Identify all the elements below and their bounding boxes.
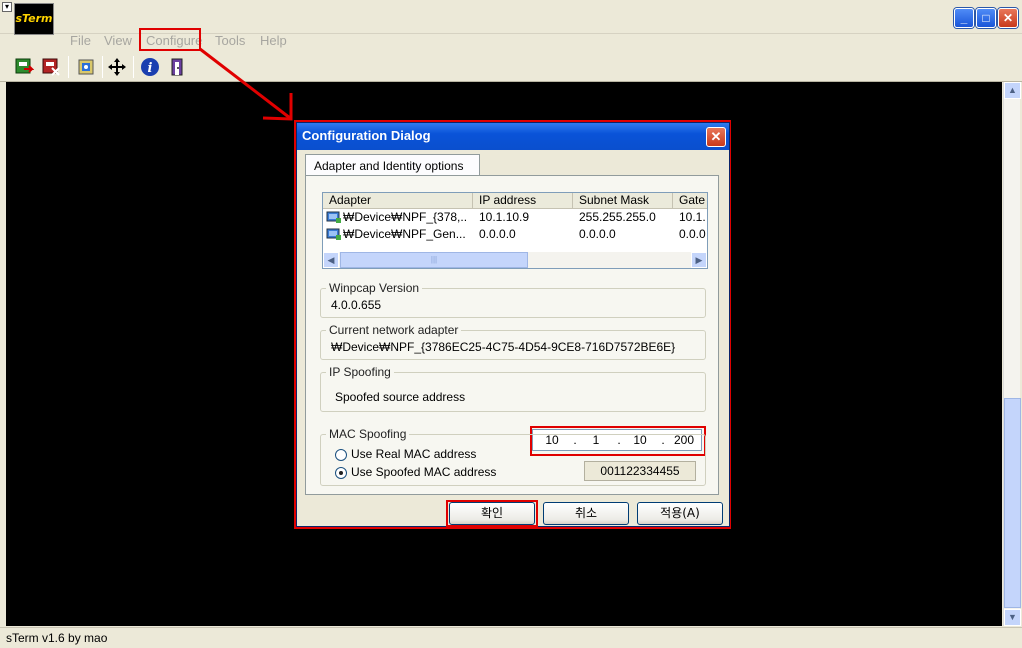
- column-header-subnet[interactable]: Subnet Mask: [573, 193, 673, 209]
- minimize-button[interactable]: _: [954, 8, 974, 28]
- ip-spoofing-group: IP Spoofing Spoofed source address: [320, 365, 706, 412]
- current-adapter-label: Current network adapter: [326, 323, 462, 337]
- info-icon[interactable]: i: [140, 57, 160, 77]
- dialog-title: Configuration Dialog: [302, 128, 431, 143]
- configuration-dialog: Configuration Dialog ✕ Adapter and Ident…: [296, 122, 730, 527]
- winpcap-label: Winpcap Version: [326, 281, 423, 295]
- toolbar-separator: [133, 56, 134, 78]
- menu-file[interactable]: File: [70, 33, 91, 48]
- scroll-thumb[interactable]: |||: [340, 252, 528, 268]
- column-header-ip[interactable]: IP address: [473, 193, 573, 209]
- scroll-left-icon[interactable]: ◀: [323, 252, 339, 268]
- capture-icon[interactable]: [76, 57, 96, 77]
- status-text: sTerm v1.6 by mao: [6, 631, 108, 645]
- column-header-gateway[interactable]: Gate: [673, 193, 707, 209]
- real-mac-label[interactable]: Use Real MAC address: [351, 447, 476, 461]
- spoofed-mac-label[interactable]: Use Spoofed MAC address: [351, 465, 496, 479]
- ok-button[interactable]: 확인: [449, 502, 535, 525]
- cell-subnet: 255.255.255.0: [579, 210, 656, 224]
- menu-help[interactable]: Help: [260, 33, 287, 48]
- cell-adapter: ₩Device₩NPF_Gen...: [343, 227, 466, 241]
- svg-text:i: i: [148, 61, 153, 76]
- radio-spoofed-mac[interactable]: [335, 467, 347, 479]
- vertical-scrollbar[interactable]: ▲ ▼: [1003, 82, 1021, 626]
- exit-icon[interactable]: [167, 57, 187, 77]
- ip-spoofing-label: IP Spoofing: [326, 365, 394, 379]
- scroll-down-icon[interactable]: ▼: [1004, 609, 1021, 626]
- spoofed-source-label: Spoofed source address: [335, 390, 466, 404]
- network-adapter-icon: [326, 228, 341, 240]
- status-bar: sTerm v1.6 by mao: [0, 627, 1022, 648]
- tab-label: Adapter and Identity options: [314, 159, 464, 173]
- toolbar: i: [0, 52, 1022, 82]
- cell-subnet: 0.0.0.0: [579, 227, 616, 241]
- maximize-button[interactable]: □: [976, 8, 996, 28]
- cell-adapter: ₩Device₩NPF_{378,..: [343, 210, 468, 224]
- dialog-title-bar: Configuration Dialog ✕: [297, 123, 729, 150]
- connect-icon[interactable]: [14, 57, 34, 77]
- scroll-right-icon[interactable]: ▶: [691, 252, 707, 268]
- table-row[interactable]: ₩Device₩NPF_{378,.. 10.1.10.9 255.255.25…: [323, 209, 707, 225]
- current-adapter-group: Current network adapter ₩Device₩NPF_{378…: [320, 323, 706, 360]
- network-adapter-icon: [326, 211, 341, 223]
- table-row[interactable]: ₩Device₩NPF_Gen... 0.0.0.0 0.0.0.0 0.0.0: [323, 226, 707, 242]
- configure-highlight-box: [139, 28, 201, 51]
- winpcap-group: Winpcap Version 4.0.0.655: [320, 281, 706, 318]
- adapter-list[interactable]: Adapter IP address Subnet Mask Gate ₩Dev…: [322, 192, 708, 269]
- toolbar-separator: [102, 56, 103, 78]
- horizontal-scrollbar[interactable]: ◀ ||| ▶: [323, 252, 707, 268]
- mac-address-field[interactable]: 001122334455: [584, 461, 696, 481]
- apply-button[interactable]: 적용(A): [637, 502, 723, 525]
- column-header-adapter[interactable]: Adapter: [323, 193, 473, 209]
- disconnect-icon[interactable]: [41, 57, 61, 77]
- current-adapter-value: ₩Device₩NPF_{3786EC25-4C75-4D54-9CE8-716…: [331, 340, 676, 354]
- tab-panel: Adapter IP address Subnet Mask Gate ₩Dev…: [305, 175, 719, 495]
- cell-gateway: 0.0.0: [679, 227, 706, 241]
- cell-ip: 10.1.10.9: [479, 210, 530, 224]
- scroll-thumb[interactable]: [1004, 398, 1021, 608]
- scroll-up-icon[interactable]: ▲: [1004, 82, 1021, 99]
- close-button[interactable]: ✕: [998, 8, 1018, 28]
- menu-view[interactable]: View: [104, 33, 132, 48]
- radio-real-mac[interactable]: [335, 449, 347, 461]
- mac-spoofing-label: MAC Spoofing: [326, 427, 410, 441]
- dialog-close-icon[interactable]: ✕: [706, 127, 726, 147]
- toolbar-separator: [68, 56, 69, 78]
- cell-gateway: 10.1.: [679, 210, 706, 224]
- cancel-button[interactable]: 취소: [543, 502, 629, 525]
- mac-spoofing-group: MAC Spoofing Use Real MAC address Use Sp…: [320, 427, 706, 486]
- move-icon[interactable]: [107, 57, 127, 77]
- system-menu-icon[interactable]: ▾: [2, 2, 12, 12]
- winpcap-version: 4.0.0.655: [331, 298, 382, 312]
- menu-tools[interactable]: Tools: [215, 33, 245, 48]
- cell-ip: 0.0.0.0: [479, 227, 516, 241]
- tab-adapter-identity[interactable]: Adapter and Identity options: [305, 154, 480, 176]
